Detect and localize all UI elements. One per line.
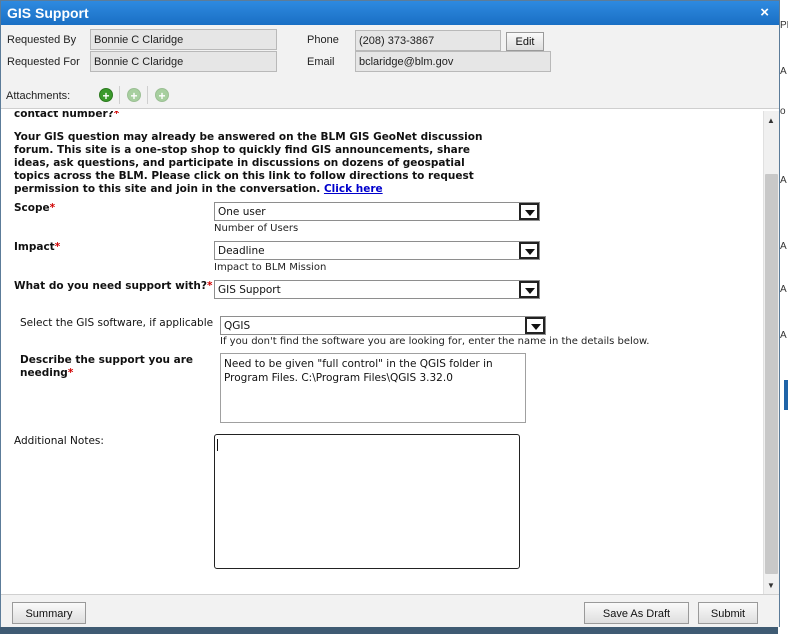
chevron-down-icon[interactable] <box>519 203 539 220</box>
requested-for-field: Bonnie C Claridge <box>90 51 277 72</box>
form-scroll-area: contact number?* Your GIS question may a… <box>1 111 763 594</box>
text-caret <box>217 439 218 451</box>
software-select[interactable]: QGIS <box>220 316 546 335</box>
chevron-down-icon[interactable] <box>519 281 539 298</box>
background-accent-bar <box>784 380 788 410</box>
attachments-label: Attachments: <box>6 90 71 102</box>
software-label: Select the GIS software, if applicable <box>20 317 214 329</box>
add-attachment-disabled-icon: + <box>155 88 169 103</box>
requested-by-field: Bonnie C Claridge <box>90 29 277 50</box>
scroll-down-icon[interactable]: ▼ <box>767 581 775 590</box>
add-attachment-icon[interactable]: + <box>99 88 113 103</box>
impact-select[interactable]: Deadline <box>214 241 540 260</box>
phone-field: (208) 373-3867 <box>355 30 501 51</box>
support-label: What do you need support with?* <box>14 280 213 292</box>
background-fragment: A <box>780 175 787 186</box>
dialog-footer: Summary Save As Draft Submit <box>1 594 779 627</box>
summary-button[interactable]: Summary <box>12 602 86 624</box>
edit-phone-button[interactable]: Edit <box>506 32 544 51</box>
background-fragment: A <box>780 66 787 77</box>
support-select[interactable]: GIS Support <box>214 280 540 299</box>
software-hint: If you don't find the software you are l… <box>220 336 650 347</box>
chevron-down-icon[interactable] <box>519 242 539 259</box>
scope-hint: Number of Users <box>214 223 299 234</box>
save-draft-button[interactable]: Save As Draft <box>584 602 689 624</box>
gis-support-dialog: GIS Support × Requested By Bonnie C Clar… <box>0 0 780 627</box>
background-fragment: A <box>780 284 787 295</box>
background-fragment: PN <box>780 20 788 31</box>
requested-for-label: Requested For <box>7 56 80 68</box>
background-fragment: A <box>780 330 787 341</box>
intro-text: Your GIS question may already be answere… <box>14 131 483 195</box>
email-label: Email <box>307 56 335 68</box>
cut-off-label: contact number?* <box>14 111 120 120</box>
scroll-up-icon[interactable]: ▲ <box>767 116 775 125</box>
submit-button[interactable]: Submit <box>698 602 758 624</box>
toolbar-separator <box>147 86 148 104</box>
impact-label: Impact* <box>14 241 61 253</box>
form-scrollbar[interactable]: ▲ ▼ <box>763 111 779 594</box>
scope-label: Scope* <box>14 202 56 214</box>
scope-select[interactable]: One user <box>214 202 540 221</box>
background-fragment: A <box>780 241 787 252</box>
chevron-down-icon[interactable] <box>525 317 545 334</box>
describe-label: Describe the support you are needing* <box>20 354 194 379</box>
toolbar-separator <box>119 86 120 104</box>
requested-by-label: Requested By <box>7 34 77 46</box>
email-field: bclaridge@blm.gov <box>355 51 551 72</box>
phone-label: Phone <box>307 34 339 46</box>
request-header: Requested By Bonnie C Claridge Requested… <box>1 25 779 109</box>
background-bottom-strip <box>0 626 778 634</box>
impact-hint: Impact to BLM Mission <box>214 262 327 273</box>
describe-textarea[interactable]: Need to be given "full control" in the Q… <box>220 353 526 423</box>
add-attachment-disabled-icon: + <box>127 88 141 103</box>
click-here-link[interactable]: Click here <box>324 183 383 195</box>
dialog-title: GIS Support <box>7 5 89 21</box>
notes-textarea[interactable] <box>214 434 520 569</box>
notes-label: Additional Notes: <box>14 435 104 447</box>
scrollbar-thumb[interactable] <box>765 174 778 574</box>
close-icon[interactable]: × <box>760 4 769 21</box>
dialog-titlebar: GIS Support × <box>1 1 779 25</box>
background-fragment: o <box>780 106 786 117</box>
